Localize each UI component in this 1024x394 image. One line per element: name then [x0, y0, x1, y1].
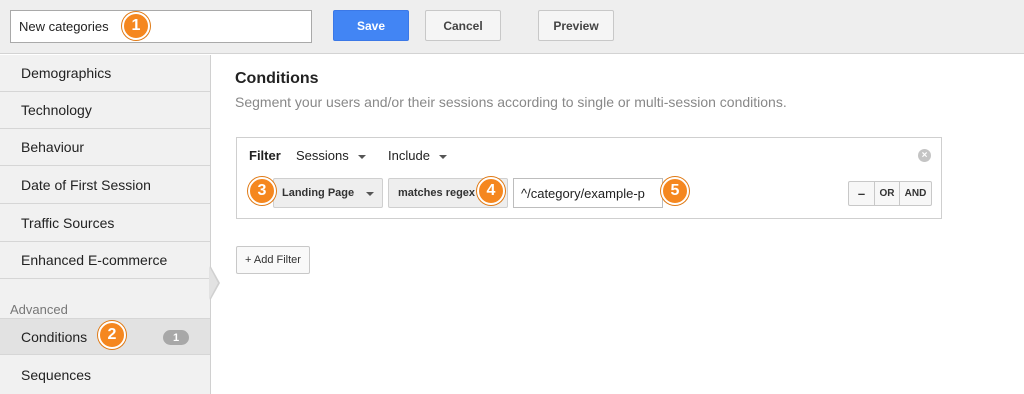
include-dropdown-label: Include: [388, 148, 430, 163]
and-button[interactable]: AND: [899, 182, 931, 205]
sidebar-item-label: Traffic Sources: [21, 215, 115, 231]
page-title: Conditions: [235, 70, 319, 87]
scope-dropdown[interactable]: Sessions: [296, 148, 366, 163]
remove-filter-icon[interactable]: ×: [918, 149, 931, 162]
filter-panel: Filter Sessions Include × Landing Page m…: [236, 137, 942, 219]
step-marker-4: 4: [477, 177, 505, 205]
include-dropdown[interactable]: Include: [388, 148, 447, 163]
step-marker-3: 3: [248, 177, 276, 205]
step-marker-2: 2: [98, 321, 126, 349]
sidebar-item-sequences[interactable]: Sequences: [0, 356, 210, 393]
sidebar-item-demographics[interactable]: Demographics: [0, 55, 210, 92]
segment-name-input[interactable]: [10, 10, 312, 43]
sidebar-item-label: Demographics: [21, 65, 112, 81]
sidebar-item-technology[interactable]: Technology: [0, 92, 210, 129]
sidebar-item-traffic-sources[interactable]: Traffic Sources: [0, 205, 210, 242]
page-description: Segment your users and/or their sessions…: [235, 94, 787, 110]
filter-value-input[interactable]: [513, 178, 663, 208]
sidebar-item-date-of-first-session[interactable]: Date of First Session: [0, 167, 210, 204]
chevron-down-icon: [357, 154, 366, 159]
conditions-count-badge: 1: [163, 330, 189, 345]
logic-button-group: – OR AND: [848, 181, 932, 206]
chevron-down-icon: [438, 154, 447, 159]
sidebar-advanced-heading: Advanced: [10, 302, 68, 317]
add-filter-button[interactable]: + Add Filter: [236, 246, 310, 274]
segment-toolbar: Save Cancel Preview: [0, 0, 1024, 54]
remove-condition-button[interactable]: –: [849, 182, 874, 205]
sidebar-item-label: Technology: [21, 102, 92, 118]
dimension-select[interactable]: Landing Page: [273, 178, 383, 208]
step-marker-1: 1: [122, 12, 150, 40]
sidebar-item-label: Behaviour: [21, 139, 85, 155]
sidebar-item-enhanced-ecommerce[interactable]: Enhanced E-commerce: [0, 242, 210, 279]
sidebar-item-label: Enhanced E-commerce: [21, 252, 168, 268]
preview-button[interactable]: Preview: [538, 10, 614, 41]
save-button[interactable]: Save: [333, 10, 409, 41]
scope-dropdown-label: Sessions: [296, 148, 349, 163]
sidebar-item-label: Date of First Session: [21, 177, 151, 193]
active-item-pointer: [209, 265, 220, 301]
sidebar-item-behaviour[interactable]: Behaviour: [0, 129, 210, 166]
dimension-select-label: Landing Page: [282, 187, 355, 199]
step-marker-5: 5: [661, 177, 689, 205]
filter-label: Filter: [249, 148, 281, 163]
sidebar-item-label: Sequences: [21, 366, 92, 383]
or-button[interactable]: OR: [874, 182, 899, 205]
chevron-down-icon: [366, 192, 374, 196]
cancel-button[interactable]: Cancel: [425, 10, 501, 41]
sidebar-item-label: Conditions: [21, 328, 88, 345]
operator-select-label: matches regex: [398, 187, 476, 199]
